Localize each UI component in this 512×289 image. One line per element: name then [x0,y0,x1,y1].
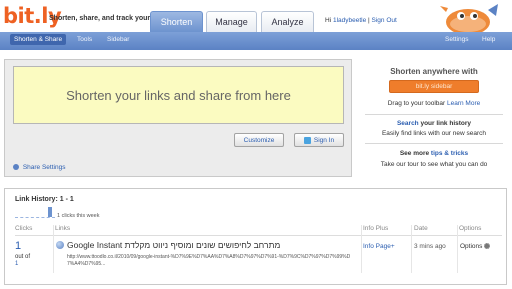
row-link-url[interactable]: http://www.ttoodlo.co.il/2010/09/google-… [67,254,352,268]
row-date: 3 mins ago [414,243,446,250]
tips-promo: See more tips & tricks [361,150,507,157]
clicks-bar [48,207,52,217]
promo-title: Shorten anywhere with [390,67,478,76]
row-link-title[interactable]: Google Instant מתרחב לחיפושים שונים ומוס… [67,240,280,250]
nav-settings[interactable]: Settings [445,36,469,43]
tab-analyze[interactable]: Analyze [261,11,314,32]
greeting-separator: | [368,17,370,24]
column-header-options[interactable]: Options [459,225,481,232]
globe-icon [56,241,64,249]
shorten-panel: Shorten your links and share from here C… [4,59,352,177]
column-divider [361,225,362,273]
header-divider [15,235,502,236]
sub-navbar: Shorten & Share Tools Sidebar Settings H… [0,32,512,50]
search-link[interactable]: Search [397,120,419,127]
row-options-button[interactable]: Options [460,243,491,250]
expand-icon [13,164,19,171]
link-history-title: Link History: 1 - 1 [15,196,74,203]
learn-more-link[interactable]: Learn More [447,100,480,107]
customize-button[interactable]: Customize [234,133,284,147]
twitter-icon [303,136,311,144]
search-promo: Search your link history [361,120,507,127]
link-history-panel: Link History: 1 - 1 1 clicks this week C… [4,188,507,285]
column-header-date[interactable]: Date [414,225,428,232]
row-info-plus-link[interactable]: Info Page+ [363,243,395,250]
column-divider [457,225,458,273]
clicks-sparkline [15,207,55,218]
signout-link[interactable]: Sign Out [372,17,397,24]
tab-manage[interactable]: Manage [206,11,257,32]
column-divider [411,225,412,273]
tips-tricks-link[interactable]: tips & tricks [431,150,468,157]
nav-shorten-share[interactable]: Shorten & Share [10,34,67,45]
tab-shorten[interactable]: Shorten [150,11,203,32]
gear-icon [484,243,491,250]
drag-label: Drag to your toolbar [387,100,446,107]
pufferfish-mascot-icon [440,4,498,32]
username-link[interactable]: 1ladybeetle [333,17,366,24]
clicks-this-week: 1 clicks this week [57,213,100,219]
shorten-input[interactable]: Shorten your links and share from here [13,66,344,124]
share-settings-link[interactable]: Share Settings [13,164,65,171]
row-out-of: out of [15,254,31,260]
signin-label: Sign In [313,136,335,144]
row-total-clicks[interactable]: 1 [15,261,18,267]
drag-text: Drag to your toolbar Learn More [361,100,507,107]
row-clicks[interactable]: 1 [15,240,21,252]
nav-help[interactable]: Help [482,36,495,43]
divider [365,143,503,144]
greeting-text: Hi [325,17,332,24]
column-header-clicks[interactable]: Clicks [15,225,32,232]
twitter-signin-button[interactable]: Sign In [294,133,344,147]
search-promo-subtext: Easily find links with our new search [381,130,487,137]
tips-prefix: See more [399,150,431,157]
divider [365,114,503,115]
column-divider [53,225,54,273]
user-greeting: Hi 1ladybeetle | Sign Out [325,17,397,24]
column-header-info-plus[interactable]: Info Plus [363,225,388,232]
bitly-sidebar-button[interactable]: bit.ly sidebar [389,80,479,93]
nav-tools[interactable]: Tools [77,36,92,43]
row-options-label: Options [460,243,483,250]
column-header-links[interactable]: Links [55,225,70,232]
nav-sidebar[interactable]: Sidebar [107,36,129,43]
header: bit.ly Shorten, share, and track your li… [0,0,512,32]
search-promo-text: your link history [418,120,472,127]
tips-subtext: Take our tour to see what you can do [380,161,488,168]
promo-column: Shorten anywhere with bit.ly sidebar Dra… [361,59,507,177]
share-settings-label: Share Settings [22,164,66,171]
